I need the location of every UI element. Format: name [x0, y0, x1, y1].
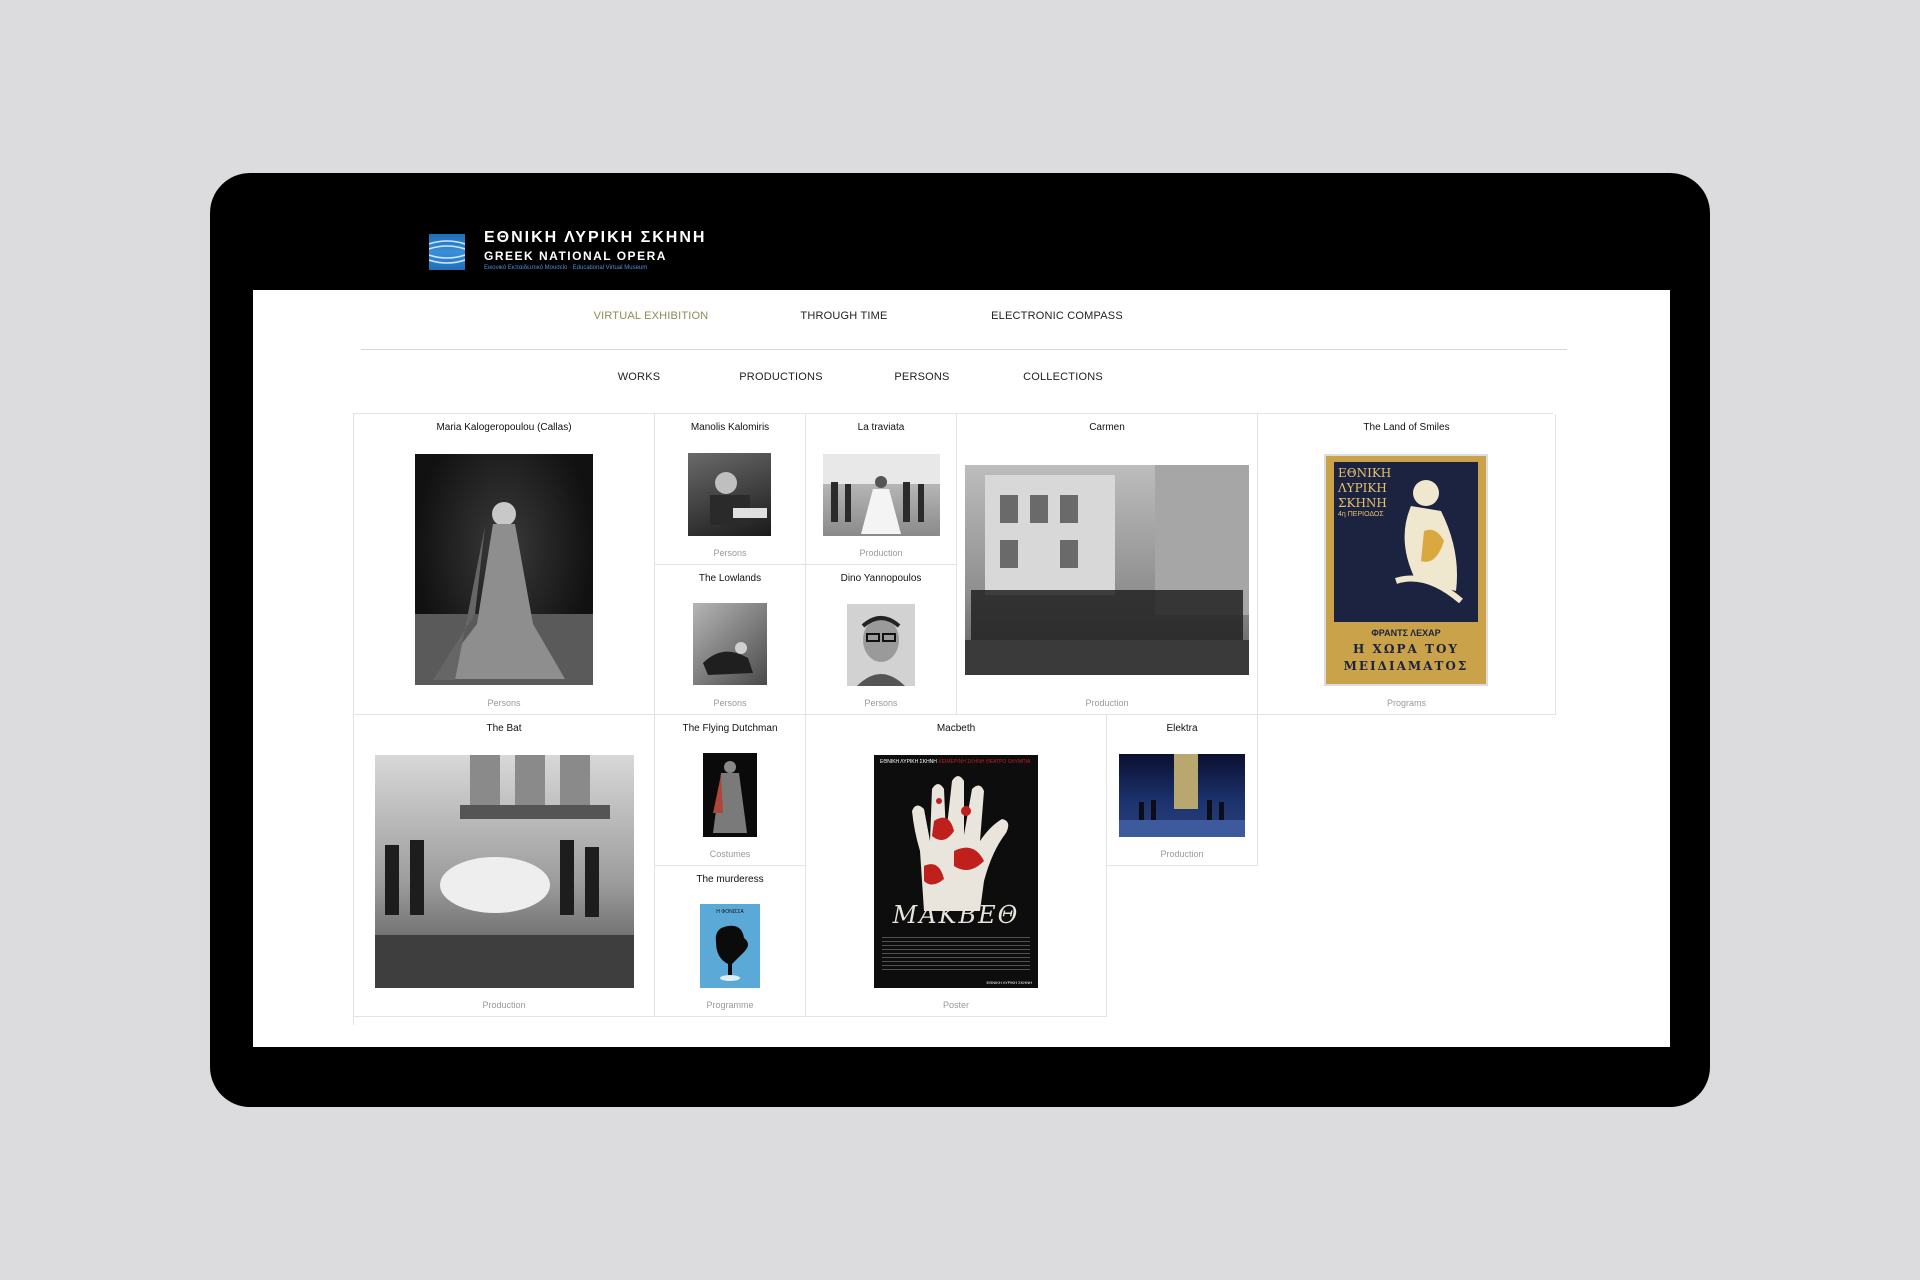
card-carmen[interactable]: Carmen Production: [957, 414, 1258, 715]
card-the-murderess[interactable]: The murderess Η ΦΟΝΙΣΣΑ Programme: [655, 866, 806, 1017]
poster-composer: ΦΡΑΝΤΣ ΛΕΧΑΡ: [1371, 628, 1441, 638]
card-category: Production: [1160, 849, 1204, 859]
card-title: Maria Kalogeropoulou (Callas): [436, 422, 572, 433]
card-title: La traviata: [857, 422, 905, 433]
poster-figure-icon: [1395, 480, 1463, 604]
card-category: Costumes: [709, 849, 751, 859]
dino-yannopoulos-photo: [847, 604, 915, 686]
nav-works[interactable]: WORKS: [618, 371, 661, 383]
poster-credits: [882, 937, 1030, 971]
card-title: The Lowlands: [698, 573, 762, 584]
nav-electronic-compass[interactable]: ELECTRONIC COMPASS: [991, 310, 1123, 322]
bloody-hand-icon: [912, 776, 1009, 911]
card-title: Dino Yannopoulos: [840, 573, 922, 584]
card-title: The murderess: [696, 874, 764, 885]
nav-collections[interactable]: COLLECTIONS: [1023, 371, 1103, 383]
card-the-bat[interactable]: The Bat Production: [354, 715, 655, 1017]
card-elektra[interactable]: Elektra Production: [1107, 715, 1258, 866]
card-title: Manolis Kalomiris: [690, 422, 770, 433]
opera-logo-icon[interactable]: [429, 234, 465, 270]
page-content: VIRTUAL EXHIBITION THROUGH TIME ELECTRON…: [253, 290, 1670, 1047]
card-title: Macbeth: [936, 723, 976, 734]
card-category: Persons: [713, 548, 747, 558]
card-category: Production: [482, 1000, 526, 1010]
card-category: Programs: [1386, 698, 1426, 708]
poster-work-2: ΜΕΙΔΙΑΜΑΤΟΣ: [1343, 659, 1469, 673]
card-title: The Bat: [486, 723, 522, 734]
card-category: Production: [1085, 698, 1129, 708]
nav-divider: [361, 349, 1567, 350]
brand-subtitle: GREEK NATIONAL OPERA: [484, 249, 667, 263]
tablet-frame: ΕΘΝΙΚΗ ΛΥΡΙΚΗ ΣΚΗΝΗ GREEK NATIONAL OPERA…: [210, 173, 1710, 1107]
macbeth-poster: ΕΘΝΙΚΗ ΛΥΡΙΚΗ ΣΚΗΝΗ ΧΕΙΜΕΡΙΝΗ ΣΚΗΝΗ ΘΕΑΤ…: [874, 755, 1038, 988]
card-la-traviata[interactable]: La traviata Production: [806, 414, 957, 565]
brand-tagline: Εικονικό Εκπαιδευτικό Μουσείο · Educatio…: [484, 265, 648, 271]
card-the-lowlands[interactable]: The Lowlands Persons: [655, 565, 806, 715]
brand-title[interactable]: ΕΘΝΙΚΗ ΛΥΡΙΚΗ ΣΚΗΝΗ: [484, 229, 706, 247]
poster-header-red: ΧΕΙΜΕΡΙΝΗ ΣΚΗΝΗ ΘΕΑΤΡΟ ΟΛΥΜΠΙΑ: [938, 759, 1031, 765]
poster-header: ΕΘΝΙΚΗ ΛΥΡΙΚΗ ΣΚΗΝΗ ΧΕΙΜΕΡΙΝΗ ΣΚΗΝΗ ΘΕΑΤ…: [880, 759, 1030, 765]
card-category: Persons: [713, 698, 747, 708]
elektra-photo: [1119, 754, 1245, 837]
the-lowlands-photo: [693, 603, 767, 685]
card-land-of-smiles[interactable]: The Land of Smiles ΕΘΝΙΚΗ ΛΥΡΙΚΗ ΣΚΗΝΗ 4…: [1258, 414, 1556, 715]
dark-cloud-icon: [715, 925, 748, 981]
the-murderess-programme: Η ΦΟΝΙΣΣΑ: [700, 904, 760, 988]
card-macbeth[interactable]: Macbeth ΕΘΝΙΚΗ ΛΥΡΙΚΗ ΣΚΗΝΗ ΧΕΙΜΕΡΙΝΗ ΣΚ…: [806, 715, 1107, 1017]
card-title: The Land of Smiles: [1363, 422, 1450, 433]
card-category: Production: [859, 548, 903, 558]
callas-photo: [415, 454, 593, 685]
poster-footer: ΕΘΝΙΚΗ ΛΥΡΙΚΗ ΣΚΗΝΗ: [986, 980, 1032, 985]
card-title: Carmen: [1089, 422, 1125, 433]
poster-title: ΜΑΚΒΕΘ: [892, 901, 1020, 929]
card-category: Persons: [864, 698, 898, 708]
card-callas[interactable]: Maria Kalogeropoulou (Callas) Persons: [354, 414, 655, 715]
card-kalomiris[interactable]: Manolis Kalomiris Persons: [655, 414, 806, 565]
the-bat-photo: [375, 755, 634, 988]
card-title: The Flying Dutchman: [682, 723, 778, 734]
card-dino-yannopoulos[interactable]: Dino Yannopoulos Persons: [806, 565, 957, 715]
nav-persons[interactable]: PERSONS: [894, 371, 949, 383]
card-category: Poster: [942, 1000, 969, 1010]
card-category: Programme: [706, 1000, 754, 1010]
card-title: Elektra: [1166, 723, 1198, 734]
nav-through-time[interactable]: THROUGH TIME: [800, 310, 887, 322]
poster-work-1: Η ΧΩΡΑ ΤΟΥ: [1353, 642, 1459, 656]
nav-virtual-exhibition[interactable]: VIRTUAL EXHIBITION: [594, 310, 709, 322]
la-traviata-photo: [823, 454, 940, 536]
poster-header-white: ΕΘΝΙΚΗ ΛΥΡΙΚΗ ΣΚΗΝΗ: [880, 759, 937, 765]
land-of-smiles-poster: ΕΘΝΙΚΗ ΛΥΡΙΚΗ ΣΚΗΝΗ 4η ΠΕΡΙΟΔΟΣ ΦΡΑΝΤΣ Λ…: [1324, 454, 1488, 686]
carmen-photo: [965, 465, 1249, 675]
nav-productions[interactable]: PRODUCTIONS: [739, 371, 822, 383]
site-header: ΕΘΝΙΚΗ ΛΥΡΙΚΗ ΣΚΗΝΗ GREEK NATIONAL OPERA…: [210, 173, 1710, 290]
kalomiris-photo: [688, 453, 771, 536]
card-the-flying-dutchman[interactable]: The Flying Dutchman Costumes: [655, 715, 806, 866]
programme-label: Η ΦΟΝΙΣΣΑ: [716, 909, 744, 915]
flying-dutchman-costume: [703, 753, 757, 837]
card-category: Persons: [487, 698, 521, 708]
